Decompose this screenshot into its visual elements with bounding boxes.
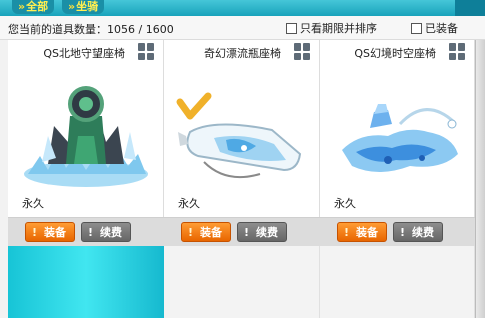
checkmark-icon [176, 92, 212, 120]
equip-button[interactable]: ! 装备 [337, 222, 387, 242]
item-name: 奇幻漂流瓶座椅 [204, 47, 281, 60]
tab-mount[interactable]: »坐骑 [62, 0, 105, 14]
item-image-fantasy-spacetime[interactable] [330, 66, 466, 194]
empty-slot[interactable] [164, 246, 320, 318]
exclamation-icon: ! [188, 226, 194, 239]
equip-button-label: 装备 [356, 226, 378, 239]
status-bar: 您当前的道具数量：1056 / 1600 只看期限并排序 已装备 [0, 16, 485, 40]
equip-button[interactable]: ! 装备 [25, 222, 75, 242]
renew-button-label: 续费 [256, 226, 278, 239]
selected-empty-slot[interactable] [8, 246, 164, 318]
equip-button-label: 装备 [44, 226, 66, 239]
item-image-drift-bottle[interactable] [174, 66, 310, 194]
renew-button[interactable]: ! 续费 [237, 222, 287, 242]
exclamation-icon: ! [344, 226, 350, 239]
tab-mount-label: 坐骑 [76, 0, 99, 13]
filter-expiry-checkbox[interactable]: 只看期限并排序 [286, 20, 377, 36]
topbar-right-decoration [455, 0, 485, 16]
filter-equipped-checkbox[interactable]: 已装备 [411, 20, 458, 36]
renew-button[interactable]: ! 续费 [393, 222, 443, 242]
item-card[interactable]: QS幻境时空座椅 永久 ! 装备 ! 续费 [320, 40, 475, 246]
left-edge [0, 40, 8, 318]
item-card[interactable]: 奇幻漂流瓶座椅 永久 ! 装备 ! 续费 [164, 40, 320, 246]
grid-view-icon[interactable] [294, 43, 311, 60]
renew-button-label: 续费 [100, 226, 122, 239]
equip-button-label: 装备 [200, 226, 222, 239]
item-name: QS幻境时空座椅 [354, 47, 436, 60]
checkbox-icon[interactable] [411, 22, 422, 34]
grid-view-icon[interactable] [449, 43, 466, 60]
category-tab-bar: »全部 »坐骑 [0, 0, 485, 16]
item-action-bar: ! 装备 ! 续费 [320, 217, 475, 246]
renew-button[interactable]: ! 续费 [81, 222, 131, 242]
renew-button-label: 续费 [412, 226, 434, 239]
equip-button[interactable]: ! 装备 [181, 222, 231, 242]
grid-view-icon[interactable] [138, 43, 155, 60]
item-duration: 永久 [178, 197, 200, 210]
item-name: QS北地守望座椅 [43, 47, 125, 60]
exclamation-icon: ! [32, 226, 38, 239]
item-action-bar: ! 装备 ! 续费 [8, 217, 164, 246]
item-card[interactable]: QS北地守望座椅 永久 ! 装备 ! 续费 [8, 40, 164, 246]
filter-equipped-label: 已装备 [425, 22, 458, 35]
exclamation-icon: ! [244, 226, 250, 239]
tab-all-label: 全部 [26, 0, 49, 13]
chevron-right-icon: » [18, 0, 26, 13]
item-action-bar: ! 装备 ! 续费 [164, 217, 320, 246]
checkbox-icon[interactable] [286, 22, 297, 34]
chevron-right-icon: » [68, 0, 76, 13]
item-image-northern-throne[interactable] [18, 66, 154, 194]
exclamation-icon: ! [400, 226, 406, 239]
filter-expiry-label: 只看期限并排序 [300, 22, 377, 35]
item-duration: 永久 [334, 197, 356, 210]
exclamation-icon: ! [88, 226, 94, 239]
empty-slot[interactable] [320, 246, 475, 318]
item-duration: 永久 [22, 197, 44, 210]
tab-all[interactable]: »全部 [12, 0, 55, 14]
scrollbar[interactable] [475, 40, 485, 318]
item-count-text: 您当前的道具数量：1056 / 1600 [8, 23, 174, 36]
